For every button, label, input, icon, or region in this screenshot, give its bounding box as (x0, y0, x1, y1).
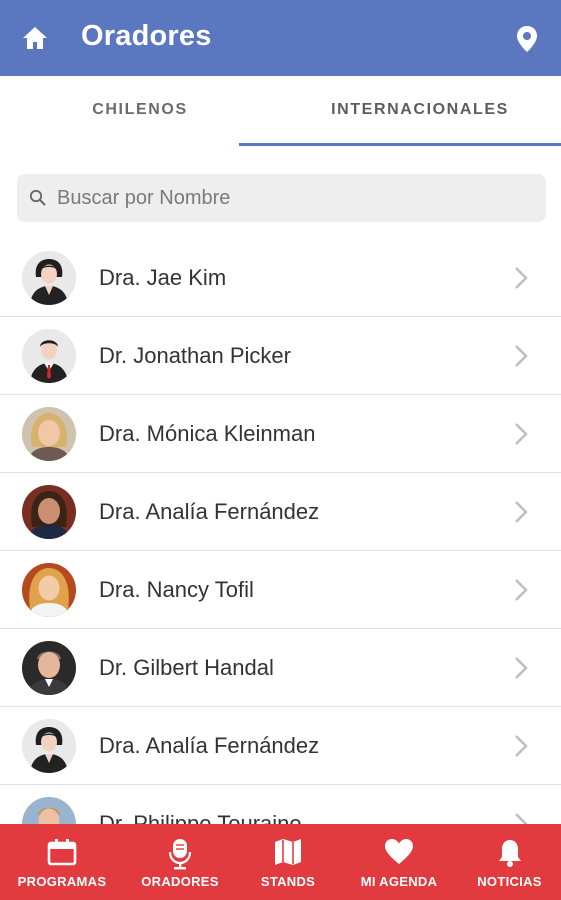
list-item[interactable]: Dra. Jae Kim (0, 239, 561, 317)
bottom-navigation: PROGRAMAS ORADORES STANDS MI AGENDA NOTI… (0, 824, 561, 900)
avatar (22, 407, 76, 461)
nav-label: NOTICIAS (477, 874, 542, 889)
nav-noticias[interactable]: NOTICIAS (458, 824, 561, 900)
speaker-name: Dra. Nancy Tofil (99, 577, 254, 602)
tab-chilenos[interactable]: CHILENOS (0, 76, 280, 146)
nav-mi-agenda[interactable]: MI AGENDA (340, 824, 458, 900)
map-icon (275, 839, 301, 865)
chevron-right-icon (515, 657, 528, 679)
nav-label: ORADORES (141, 874, 219, 889)
nav-oradores[interactable]: ORADORES (124, 824, 236, 900)
search-input[interactable] (57, 174, 537, 222)
list-item[interactable]: Dr. Jonathan Picker (0, 317, 561, 395)
speaker-name: Dr. Gilbert Handal (99, 655, 274, 680)
location-pin-icon[interactable] (515, 25, 539, 53)
microphone-icon (168, 839, 192, 870)
avatar (22, 719, 76, 773)
active-tab-indicator (239, 143, 561, 146)
speaker-name: Dr. Jonathan Picker (99, 343, 291, 368)
avatar (22, 485, 76, 539)
tab-internacionales[interactable]: INTERNACIONALES (280, 76, 560, 146)
speaker-name: Dra. Jae Kim (99, 265, 227, 290)
search-icon (29, 189, 46, 206)
speaker-list: Dra. Jae Kim Dr. Jonathan Picker Dra. Mó… (0, 239, 561, 863)
chevron-right-icon (515, 345, 528, 367)
list-item[interactable]: Dr. Gilbert Handal (0, 629, 561, 707)
chevron-right-icon (515, 579, 528, 601)
chevron-right-icon (515, 423, 528, 445)
nav-label: STANDS (260, 874, 316, 889)
page-title: Oradores (81, 20, 212, 52)
bell-icon (498, 840, 521, 867)
nav-label: MI AGENDA (360, 874, 438, 889)
list-item[interactable]: Dra. Nancy Tofil (0, 551, 561, 629)
chevron-right-icon (515, 735, 528, 757)
search-bar (17, 174, 546, 222)
avatar (22, 563, 76, 617)
speaker-name: Dra. Analía Fernández (99, 499, 320, 524)
app-bar: Oradores (0, 0, 561, 76)
heart-icon (385, 839, 413, 864)
chevron-right-icon (515, 267, 528, 289)
speaker-name: Dra. Mónica Kleinman (99, 421, 316, 446)
nav-label: PROGRAMAS (17, 874, 107, 889)
chevron-right-icon (515, 501, 528, 523)
speaker-name: Dra. Analía Fernández (99, 733, 320, 758)
nav-programas[interactable]: PROGRAMAS (0, 824, 124, 900)
home-icon[interactable] (22, 26, 48, 50)
nav-stands[interactable]: STANDS (236, 824, 340, 900)
list-item[interactable]: Dra. Analía Fernández (0, 707, 561, 785)
tab-bar: CHILENOS INTERNACIONALES (0, 76, 561, 146)
avatar (22, 641, 76, 695)
list-item[interactable]: Dra. Analía Fernández (0, 473, 561, 551)
avatar (22, 329, 76, 383)
avatar (22, 251, 76, 305)
list-item[interactable]: Dra. Mónica Kleinman (0, 395, 561, 473)
calendar-icon (47, 839, 77, 866)
